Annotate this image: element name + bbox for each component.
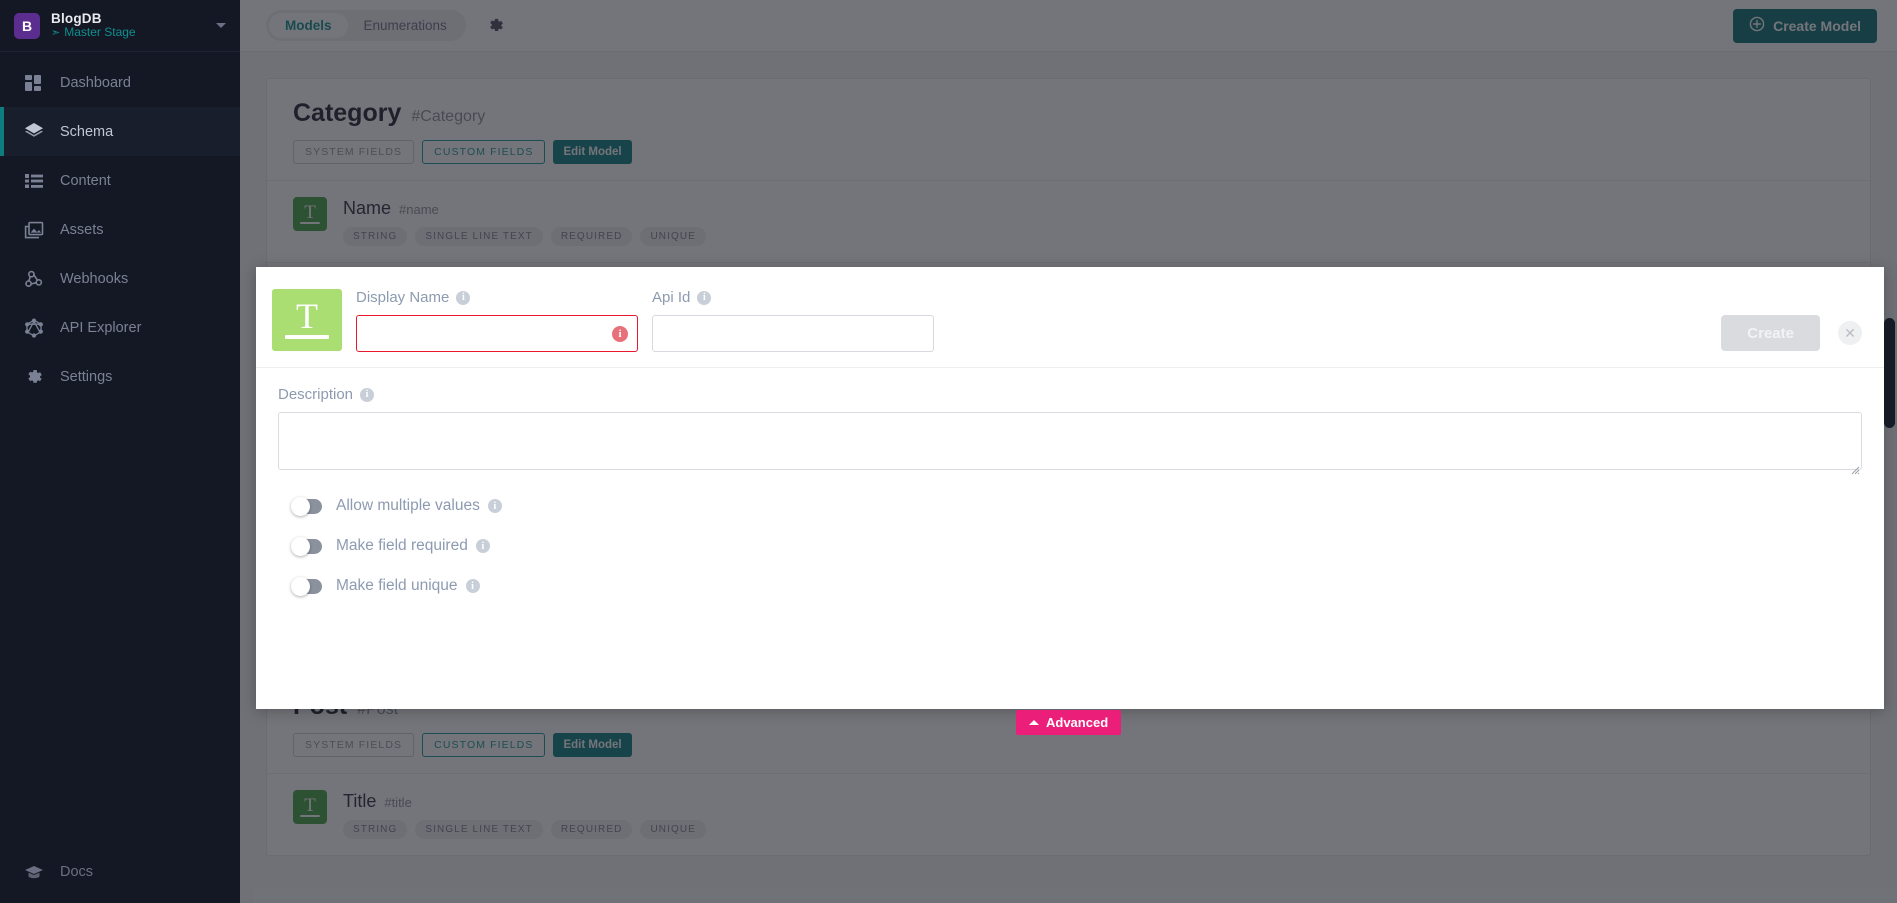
make-field-required-label: Make field required i bbox=[336, 537, 490, 555]
chevron-down-icon[interactable] bbox=[216, 23, 226, 28]
graduation-cap-icon bbox=[24, 862, 44, 882]
sidebar-item-label: Docs bbox=[60, 864, 94, 880]
layers-icon bbox=[24, 122, 44, 142]
info-icon[interactable]: i bbox=[487, 499, 502, 513]
api-id-input-wrap bbox=[652, 315, 934, 352]
sidebar-nav: Dashboard Schema Content Assets Webhooks… bbox=[0, 52, 240, 401]
letter-t-glyph: T bbox=[296, 296, 318, 336]
modal-body: Description i Allow multiple values i Ma… bbox=[256, 368, 1884, 596]
display-name-group: Display Name i i bbox=[356, 289, 638, 352]
error-info-icon[interactable]: i bbox=[612, 325, 628, 342]
display-name-label-text: Display Name bbox=[356, 289, 450, 306]
info-icon[interactable]: i bbox=[456, 290, 471, 305]
sidebar: B BlogDB ➣ Master Stage Dashboard Schema… bbox=[0, 0, 240, 903]
sidebar-item-label: Webhooks bbox=[60, 270, 129, 287]
description-label: Description i bbox=[278, 386, 1862, 403]
info-icon[interactable]: i bbox=[465, 579, 480, 593]
project-info: BlogDB ➣ Master Stage bbox=[51, 11, 205, 40]
display-name-label: Display Name i bbox=[356, 289, 638, 306]
description-input-wrap bbox=[278, 403, 1862, 475]
scrollbar-thumb[interactable] bbox=[1884, 318, 1895, 428]
sidebar-item-docs[interactable]: Docs bbox=[0, 841, 240, 903]
sidebar-item-settings[interactable]: Settings bbox=[0, 352, 240, 401]
project-avatar: B bbox=[14, 12, 40, 39]
toggle-knob bbox=[291, 496, 310, 516]
project-switcher[interactable]: B BlogDB ➣ Master Stage bbox=[0, 0, 240, 52]
sidebar-item-label: API Explorer bbox=[60, 319, 142, 336]
make-field-required-row: Make field required i bbox=[278, 536, 1862, 556]
toggle-label-text: Make field unique bbox=[336, 577, 458, 594]
project-name: BlogDB bbox=[51, 10, 102, 26]
sidebar-item-assets[interactable]: Assets bbox=[0, 205, 240, 254]
sidebar-item-label: Assets bbox=[60, 221, 104, 238]
make-field-required-toggle[interactable] bbox=[291, 536, 322, 556]
display-name-input-wrap: i bbox=[356, 315, 638, 352]
close-icon[interactable]: ✕ bbox=[1838, 321, 1862, 345]
branch-arrow-icon: ➣ bbox=[51, 26, 61, 39]
chevron-up-icon bbox=[1029, 720, 1039, 725]
image-stack-icon bbox=[24, 220, 44, 240]
sidebar-item-label: Settings bbox=[60, 368, 113, 385]
sidebar-item-webhooks[interactable]: Webhooks bbox=[0, 254, 240, 303]
api-id-label-text: Api Id bbox=[652, 289, 691, 306]
graphql-icon bbox=[24, 317, 44, 338]
make-field-unique-row: Make field unique i bbox=[278, 576, 1862, 596]
allow-multiple-values-row: Allow multiple values i bbox=[278, 496, 1862, 516]
sidebar-item-label: Schema bbox=[60, 123, 114, 140]
app-root: B BlogDB ➣ Master Stage Dashboard Schema… bbox=[0, 0, 1897, 903]
toggle-knob bbox=[291, 576, 310, 596]
allow-multiple-values-toggle[interactable] bbox=[291, 496, 322, 516]
gear-icon bbox=[24, 367, 44, 387]
create-field-button[interactable]: Create bbox=[1721, 315, 1820, 351]
sidebar-item-dashboard[interactable]: Dashboard bbox=[0, 58, 240, 107]
info-icon[interactable]: i bbox=[475, 539, 490, 553]
modal-actions: Create ✕ bbox=[1721, 289, 1884, 351]
toggle-knob bbox=[291, 536, 310, 556]
underline-glyph bbox=[285, 335, 329, 339]
single-line-text-icon: T bbox=[272, 289, 342, 351]
advanced-toggle-button[interactable]: Advanced bbox=[1016, 710, 1122, 735]
sidebar-item-api-explorer[interactable]: API Explorer bbox=[0, 303, 240, 352]
project-stage-label: Master Stage bbox=[64, 25, 136, 40]
project-stage: ➣ Master Stage bbox=[51, 26, 205, 40]
sidebar-item-label: Dashboard bbox=[60, 74, 131, 91]
page-scrollbar[interactable] bbox=[1883, 0, 1897, 903]
allow-multiple-values-label: Allow multiple values i bbox=[336, 497, 502, 515]
description-label-text: Description bbox=[278, 386, 354, 403]
toggle-label-text: Make field required bbox=[336, 537, 468, 554]
display-name-input[interactable] bbox=[356, 315, 638, 352]
sidebar-item-schema[interactable]: Schema bbox=[0, 107, 240, 156]
webhook-icon bbox=[24, 269, 44, 289]
info-icon[interactable]: i bbox=[360, 387, 375, 402]
make-field-unique-toggle[interactable] bbox=[291, 576, 322, 596]
make-field-unique-label: Make field unique i bbox=[336, 577, 480, 595]
description-textarea[interactable] bbox=[278, 412, 1862, 470]
api-id-label: Api Id i bbox=[652, 289, 934, 306]
modal-header-row: T Display Name i i Api Id i Create ✕ bbox=[256, 267, 1884, 367]
api-id-group: Api Id i bbox=[652, 289, 934, 352]
sidebar-item-content[interactable]: Content bbox=[0, 156, 240, 205]
advanced-label: Advanced bbox=[1046, 715, 1109, 730]
toggle-label-text: Allow multiple values bbox=[336, 497, 480, 514]
list-icon bbox=[24, 171, 44, 191]
sidebar-item-label: Content bbox=[60, 172, 111, 189]
create-field-modal: T Display Name i i Api Id i Create ✕ Des… bbox=[256, 267, 1884, 709]
api-id-input[interactable] bbox=[652, 315, 934, 352]
info-icon[interactable]: i bbox=[697, 290, 712, 305]
dashboard-grid-icon bbox=[24, 73, 44, 93]
